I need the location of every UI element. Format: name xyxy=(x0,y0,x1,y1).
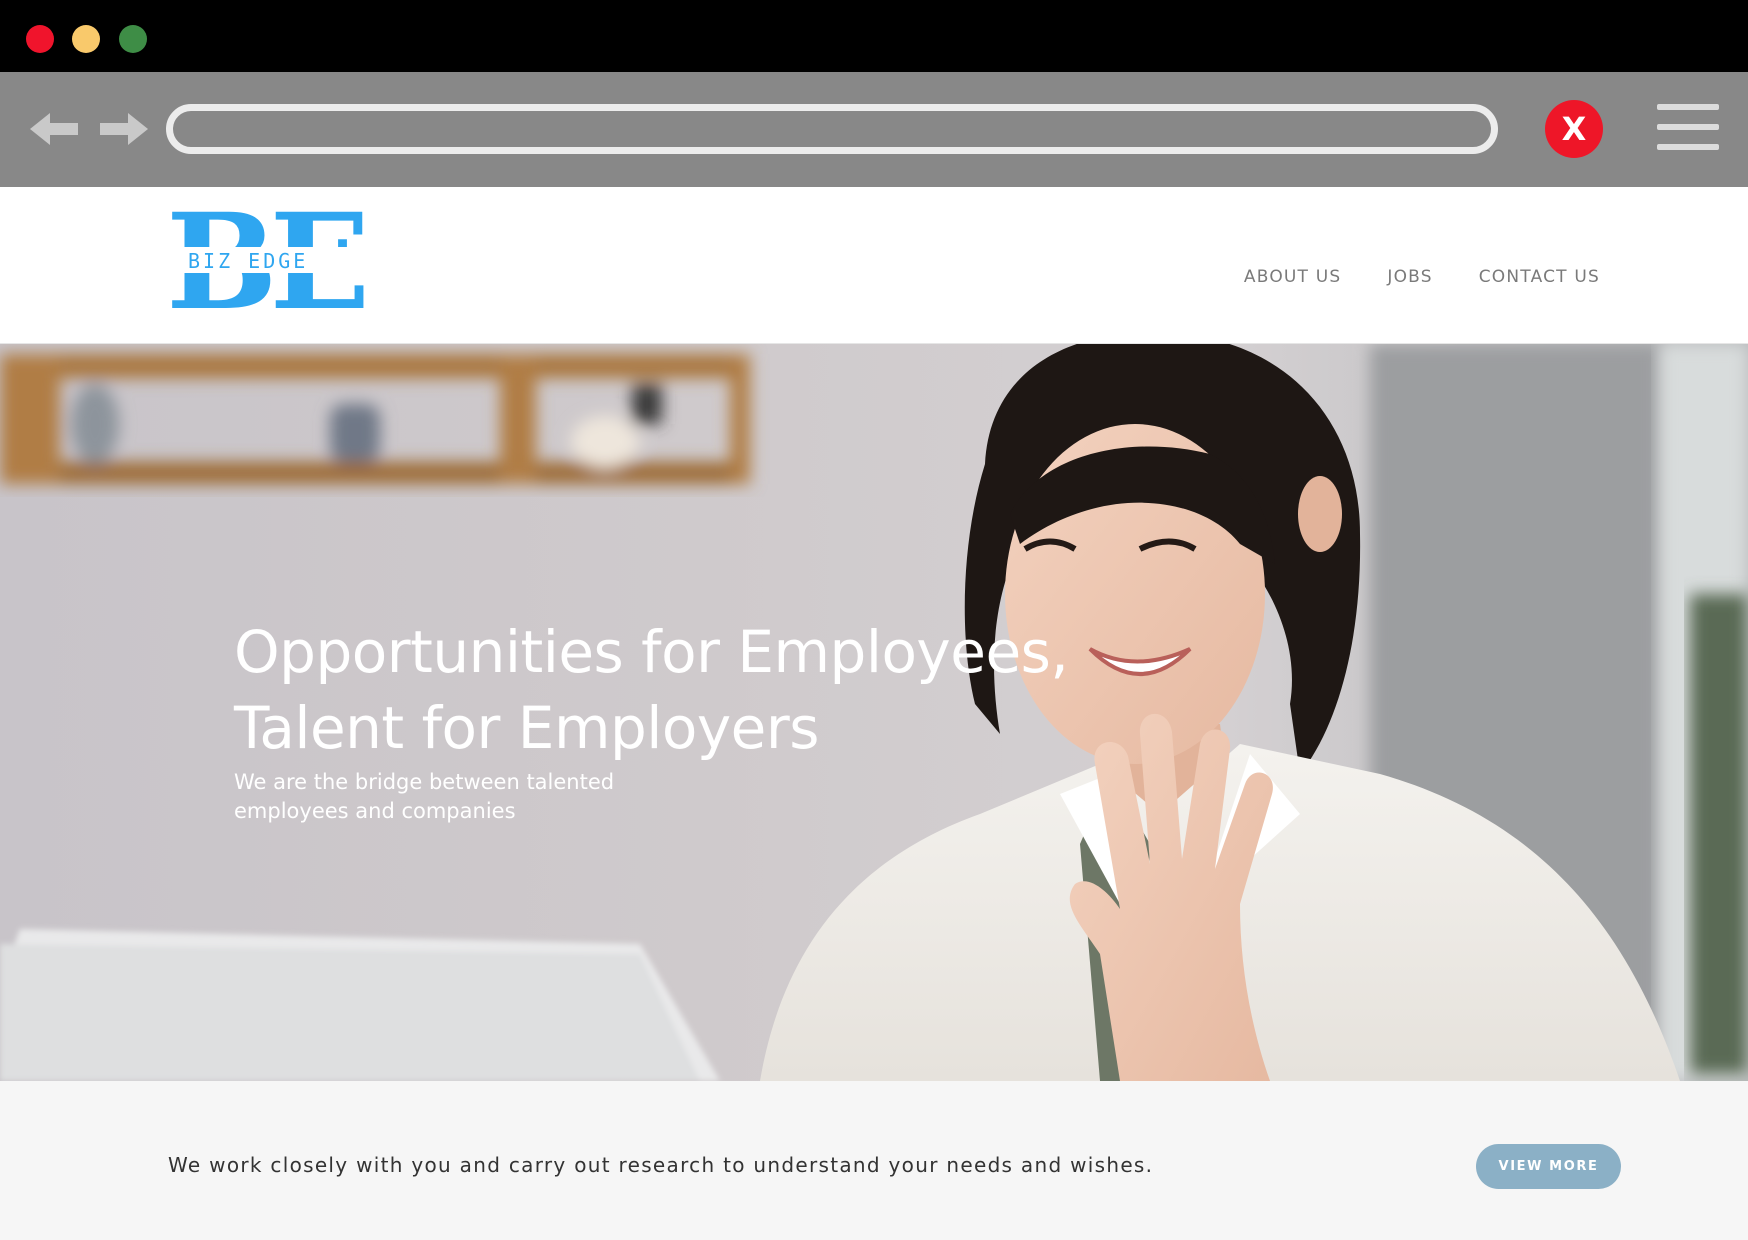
hero-title: Opportunities for Employees, Talent for … xyxy=(234,614,1134,766)
address-bar[interactable] xyxy=(166,104,1498,154)
window-close-dot[interactable] xyxy=(26,25,54,53)
browser-toolbar: X xyxy=(0,72,1748,187)
info-strip: We work closely with you and carry out r… xyxy=(0,1081,1748,1240)
main-nav: ABOUT US JOBS CONTACT US xyxy=(1244,267,1600,287)
hero-title-line2: Talent for Employers xyxy=(234,694,819,762)
hero-subtitle-line1: We are the bridge between talented xyxy=(234,770,615,794)
nav-contact-us[interactable]: CONTACT US xyxy=(1479,267,1600,287)
hero-title-line1: Opportunities for Employees, xyxy=(234,618,1069,686)
close-tab-button[interactable]: X xyxy=(1545,100,1603,158)
hero-subtitle-line2: employees and companies xyxy=(234,799,516,823)
arrow-left-icon[interactable] xyxy=(30,109,80,149)
info-strip-text: We work closely with you and carry out r… xyxy=(168,1153,1154,1177)
hero-subtitle: We are the bridge between talented emplo… xyxy=(234,768,654,826)
site-header: BE BIZ EDGE ABOUT US JOBS CONTACT US xyxy=(0,187,1748,344)
biz-edge-logo[interactable]: BE BIZ EDGE xyxy=(166,193,370,333)
nav-about-us[interactable]: ABOUT US xyxy=(1244,267,1341,287)
view-more-button[interactable]: VIEW MORE xyxy=(1476,1144,1621,1189)
arrow-right-icon[interactable] xyxy=(98,109,148,149)
hamburger-menu-icon[interactable] xyxy=(1657,104,1719,150)
logo-subtitle: BIZ EDGE xyxy=(188,249,309,273)
window-maximize-dot[interactable] xyxy=(119,25,147,53)
nav-jobs[interactable]: JOBS xyxy=(1387,267,1432,287)
window-minimize-dot[interactable] xyxy=(72,25,100,53)
window-title-bar xyxy=(0,0,1748,72)
hero-section: Opportunities for Employees, Talent for … xyxy=(0,344,1748,1081)
